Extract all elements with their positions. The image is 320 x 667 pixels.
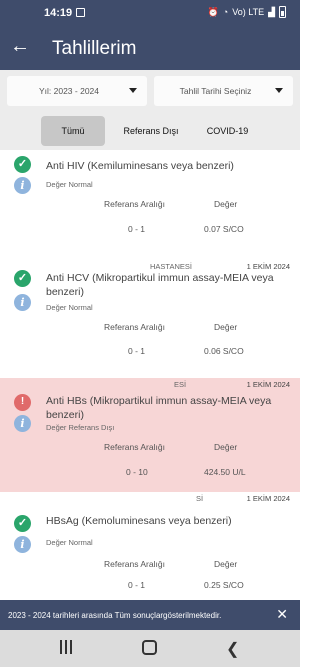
value-header: Değer — [214, 442, 238, 452]
range-value: 0 - 1 — [128, 224, 146, 234]
info-icon[interactable]: i — [14, 415, 31, 432]
year-select-label: Yıl: 2023 - 2024 — [38, 86, 99, 96]
back-chevron-icon[interactable]: ❮ — [226, 639, 239, 659]
signal-text: Vo) LTE — [232, 7, 265, 17]
range-header: Referans Aralığı — [104, 559, 165, 569]
snackbar: 2023 - 2024 tarihleri arasında Tüm sonuç… — [0, 600, 300, 630]
result-status: Değer Normal — [46, 538, 93, 547]
range-value: 0 - 10 — [126, 467, 148, 477]
recent-apps-icon[interactable] — [60, 640, 72, 654]
test-name: HBsAg (Kemoluminesans veya benzeri) — [46, 515, 232, 527]
range-value: 0 - 1 — [128, 346, 146, 356]
result-date: 1 EKİM 2024 — [246, 494, 290, 503]
info-icon[interactable]: i — [14, 294, 31, 311]
battery-icon — [279, 6, 286, 18]
hospital-name: ESİ — [174, 380, 187, 389]
image-notification-icon — [76, 8, 85, 17]
value-header: Değer — [214, 322, 238, 332]
wifi-icon: ◔ — [222, 7, 229, 17]
range-header: Referans Aralığı — [104, 322, 165, 332]
check-circle-icon: ✓ — [14, 270, 31, 287]
home-icon[interactable] — [142, 640, 157, 655]
test-name: Anti HBs (Mikropartikul immun assay-MEIA… — [46, 395, 272, 421]
check-circle-icon: ✓ — [14, 156, 31, 173]
result-card[interactable]: HASTANESİ 1 EKİM 2024 ✓ Anti HCV (Mikrop… — [0, 260, 300, 378]
test-name: Anti HIV (Kemiluminesans veya benzeri) — [46, 160, 234, 172]
range-header: Referans Aralığı — [104, 442, 165, 452]
tab-out-of-reference[interactable]: Referans Dışı — [113, 116, 189, 146]
status-icons: ⏰ ◔ Vo) LTE ▟ — [208, 6, 286, 18]
test-name: Anti HCV (Mikropartikul immun assay-MEIA… — [46, 272, 274, 298]
date-select-label: Tahlil Tarihi Seçiniz — [179, 86, 252, 96]
page-title: Tahlillerim — [52, 38, 137, 59]
warning-icon: ! — [14, 394, 31, 411]
arrow-left-icon[interactable]: ← — [10, 35, 30, 58]
hospital-name: HASTANESİ — [150, 262, 192, 271]
result-value: 424.50 U/L — [204, 467, 246, 477]
caret-down-icon — [129, 88, 137, 93]
result-card[interactable]: ✓ Anti HIV (Kemiluminesans veya benzeri)… — [0, 150, 300, 260]
result-date: 1 EKİM 2024 — [246, 380, 290, 389]
result-status: Değer Normal — [46, 180, 93, 189]
result-value: 0.07 S/CO — [204, 224, 244, 234]
results-list[interactable]: ✓ Anti HIV (Kemiluminesans veya benzeri)… — [0, 150, 300, 600]
tab-all[interactable]: Tümü — [41, 116, 105, 146]
result-date: 1 EKİM 2024 — [246, 262, 290, 271]
year-select[interactable]: Yıl: 2023 - 2024 — [7, 76, 147, 106]
result-value: 0.25 S/CO — [204, 580, 244, 590]
tab-bar: Tümü Referans Dışı COVID-19 — [0, 113, 300, 150]
result-card-out-of-range[interactable]: ESİ 1 EKİM 2024 ! Anti HBs (Mikropartiku… — [0, 378, 300, 492]
result-status: Değer Referans Dışı — [46, 423, 115, 432]
range-header: Referans Aralığı — [104, 199, 165, 209]
system-nav-bar: ❮ — [0, 630, 300, 667]
result-status: Değer Normal — [46, 303, 93, 312]
app-bar: ← Tahlillerim — [0, 26, 300, 70]
snackbar-message: 2023 - 2024 tarihleri arasında Tüm sonuç… — [8, 611, 222, 620]
status-bar: 14:19 ⏰ ◔ Vo) LTE ▟ — [0, 0, 300, 26]
filter-bar: Yıl: 2023 - 2024 Tahlil Tarihi Seçiniz — [0, 70, 300, 113]
signal-icon: ▟ — [268, 6, 275, 17]
caret-down-icon — [275, 88, 283, 93]
check-circle-icon: ✓ — [14, 515, 31, 532]
value-header: Değer — [214, 559, 238, 569]
range-value: 0 - 1 — [128, 580, 146, 590]
value-header: Değer — [214, 199, 238, 209]
info-icon[interactable]: i — [14, 536, 31, 553]
status-time: 14:19 — [44, 7, 73, 19]
tab-covid-19[interactable]: COVID-19 — [196, 116, 259, 146]
date-select[interactable]: Tahlil Tarihi Seçiniz — [154, 76, 293, 106]
result-value: 0.06 S/CO — [204, 346, 244, 356]
hospital-name: Sİ — [196, 494, 204, 503]
info-icon[interactable]: i — [14, 177, 31, 194]
alarm-icon: ⏰ — [207, 6, 219, 17]
result-card[interactable]: Sİ 1 EKİM 2024 ✓ HBsAg (Kemoluminesans v… — [0, 492, 300, 600]
close-icon[interactable]: ✕ — [276, 606, 288, 623]
